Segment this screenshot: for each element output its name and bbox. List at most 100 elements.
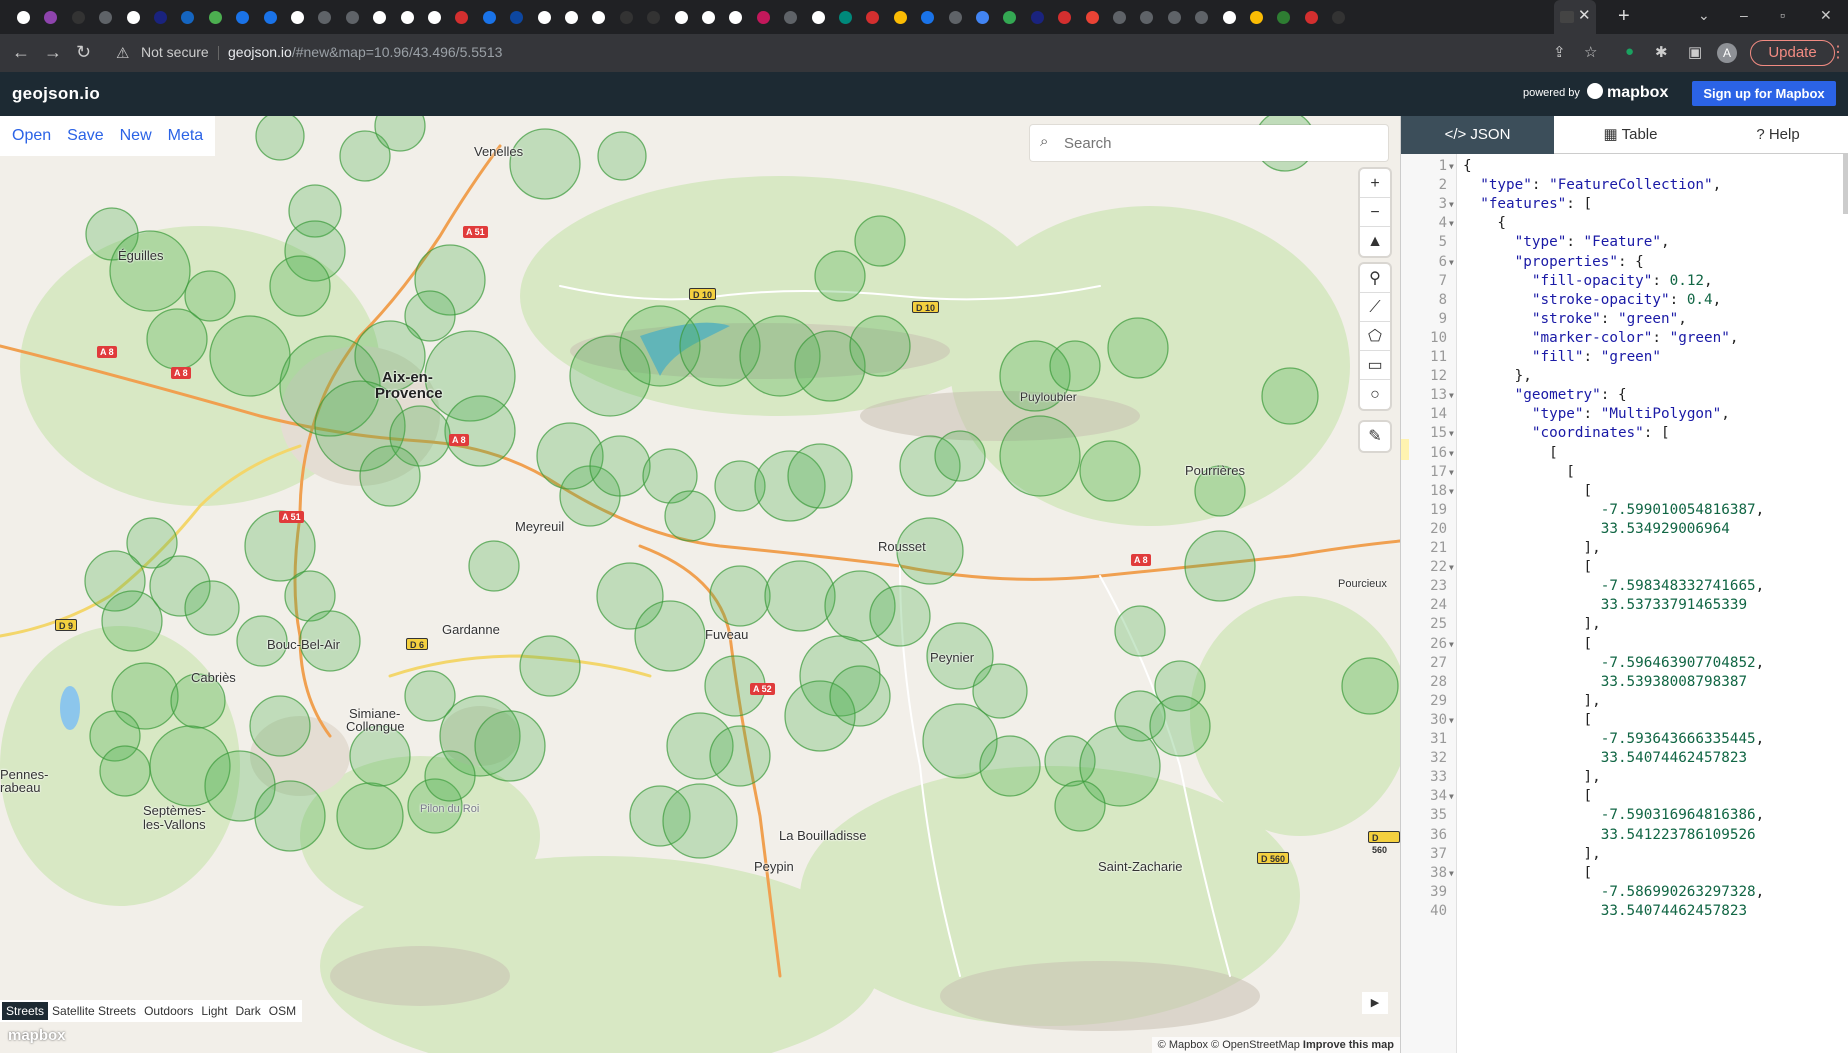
browser-tab[interactable] — [423, 5, 445, 29]
side-panel-icon[interactable]: ▣ — [1688, 43, 1702, 61]
browser-tab[interactable] — [697, 5, 719, 29]
browser-tab[interactable] — [1163, 5, 1185, 29]
app-brand[interactable]: geojson.io — [12, 84, 100, 104]
reload-icon[interactable]: ↻ — [76, 42, 91, 62]
edit-features-icon[interactable]: ✎ — [1360, 422, 1390, 451]
browser-tab[interactable] — [1026, 5, 1048, 29]
browser-tab[interactable] — [231, 5, 253, 29]
save-menu-item[interactable]: Save — [59, 116, 111, 156]
browser-tab[interactable] — [313, 5, 335, 29]
browser-tab[interactable] — [478, 5, 500, 29]
browser-tab[interactable] — [916, 5, 938, 29]
extensions-puzzle-icon[interactable]: ✱ — [1655, 43, 1668, 61]
browser-tab[interactable] — [341, 5, 363, 29]
fold-arrow-icon[interactable]: ▼ — [1449, 449, 1454, 458]
close-window-icon[interactable]: ✕ — [1820, 7, 1832, 24]
fold-arrow-icon[interactable]: ▼ — [1449, 640, 1454, 649]
browser-tab[interactable] — [176, 5, 198, 29]
close-tab-icon[interactable]: ✕ — [1578, 8, 1591, 24]
style-osm[interactable]: OSM — [265, 1002, 300, 1020]
map-mapbox-logo[interactable]: mapbox — [8, 1027, 66, 1044]
browser-tab[interactable] — [944, 5, 966, 29]
browser-tab[interactable] — [204, 5, 226, 29]
fold-arrow-icon[interactable]: ▼ — [1449, 391, 1454, 400]
browser-tab[interactable] — [259, 5, 281, 29]
browser-tab[interactable] — [368, 5, 390, 29]
browser-tab[interactable] — [1327, 5, 1349, 29]
browser-tab[interactable] — [615, 5, 637, 29]
browser-tab[interactable] — [587, 5, 609, 29]
fold-arrow-icon[interactable]: ▼ — [1449, 200, 1454, 209]
browser-tab[interactable] — [1218, 5, 1240, 29]
style-light[interactable]: Light — [197, 1002, 231, 1020]
fold-arrow-icon[interactable]: ▼ — [1449, 468, 1454, 477]
mapbox-logo[interactable]: mapbox — [1587, 83, 1668, 102]
browser-tab[interactable] — [670, 5, 692, 29]
compass-button[interactable]: ▲ — [1360, 227, 1390, 256]
browser-tab[interactable] — [1245, 5, 1267, 29]
new-tab-icon[interactable]: + — [1618, 5, 1630, 27]
update-button[interactable]: Update — [1750, 40, 1835, 66]
browser-tab[interactable] — [505, 5, 527, 29]
browser-tab[interactable] — [1272, 5, 1294, 29]
browser-tab[interactable] — [149, 5, 171, 29]
fold-arrow-icon[interactable]: ▼ — [1449, 563, 1454, 572]
attribution-mapbox[interactable]: © Mapbox — [1158, 1039, 1208, 1051]
browser-tab[interactable] — [533, 5, 555, 29]
browser-tab[interactable] — [1053, 5, 1075, 29]
editor-scrollbar[interactable] — [1843, 154, 1848, 214]
zoom-in-button[interactable]: + — [1360, 169, 1390, 198]
draw-line-icon[interactable]: ⟋ — [1360, 293, 1390, 322]
style-satellite-streets[interactable]: Satellite Streets — [48, 1002, 140, 1020]
browser-tab[interactable] — [1190, 5, 1212, 29]
bookmark-star-icon[interactable]: ☆ — [1584, 43, 1597, 61]
active-tab[interactable]: ✕ — [1554, 0, 1596, 34]
browser-tab[interactable] — [807, 5, 829, 29]
fold-arrow-icon[interactable]: ▼ — [1449, 716, 1454, 725]
collapse-panel-icon[interactable]: ▶ — [1362, 992, 1388, 1014]
browser-tab[interactable] — [560, 5, 582, 29]
tab-table[interactable]: ▦ Table — [1554, 116, 1707, 154]
browser-tab[interactable] — [971, 5, 993, 29]
browser-tab[interactable] — [1081, 5, 1103, 29]
browser-tab[interactable] — [12, 5, 34, 29]
tab-search-icon[interactable]: ⌄ — [1698, 7, 1710, 24]
browser-tab[interactable] — [642, 5, 664, 29]
tab-json[interactable]: </> JSON — [1401, 116, 1554, 154]
browser-tab[interactable] — [396, 5, 418, 29]
style-dark[interactable]: Dark — [231, 1002, 264, 1020]
browser-tab[interactable] — [752, 5, 774, 29]
style-streets[interactable]: Streets — [2, 1002, 49, 1020]
meta-menu-item[interactable]: Meta — [160, 116, 212, 156]
browser-tab[interactable] — [122, 5, 144, 29]
zoom-out-button[interactable]: − — [1360, 198, 1390, 227]
fold-arrow-icon[interactable]: ▼ — [1449, 792, 1454, 801]
forward-icon[interactable]: → — [44, 42, 62, 62]
browser-tab[interactable] — [450, 5, 472, 29]
browser-tab[interactable] — [286, 5, 308, 29]
back-icon[interactable]: ← — [12, 42, 30, 62]
restore-icon[interactable]: ▫ — [1780, 7, 1785, 23]
fold-arrow-icon[interactable]: ▼ — [1449, 869, 1454, 878]
browser-tab[interactable] — [889, 5, 911, 29]
browser-tab[interactable] — [861, 5, 883, 29]
fold-arrow-icon[interactable]: ▼ — [1449, 429, 1454, 438]
attribution-osm[interactable]: © OpenStreetMap — [1211, 1039, 1300, 1051]
url-field[interactable]: geojson.io/#new&map=10.96/43.496/5.5513 — [228, 44, 502, 60]
draw-rectangle-icon[interactable]: ▭ — [1360, 351, 1390, 380]
browser-tab[interactable] — [1300, 5, 1322, 29]
open-menu-item[interactable]: Open — [4, 116, 59, 156]
browser-tab[interactable] — [998, 5, 1020, 29]
fold-arrow-icon[interactable]: ▼ — [1449, 487, 1454, 496]
draw-circle-icon[interactable]: ○ — [1360, 380, 1390, 409]
profile-avatar[interactable]: A — [1717, 43, 1737, 63]
fold-arrow-icon[interactable]: ▼ — [1449, 219, 1454, 228]
draw-polygon-icon[interactable]: ⬠ — [1360, 322, 1390, 351]
minimize-icon[interactable]: – — [1740, 7, 1748, 23]
share-icon[interactable]: ⇪ — [1553, 43, 1566, 61]
browser-tab[interactable] — [39, 5, 61, 29]
browser-menu-icon[interactable]: ⋮ — [1830, 42, 1846, 62]
search-input[interactable] — [1064, 131, 1364, 155]
sign-up-button[interactable]: Sign up for Mapbox — [1692, 81, 1836, 106]
browser-tab[interactable] — [834, 5, 856, 29]
